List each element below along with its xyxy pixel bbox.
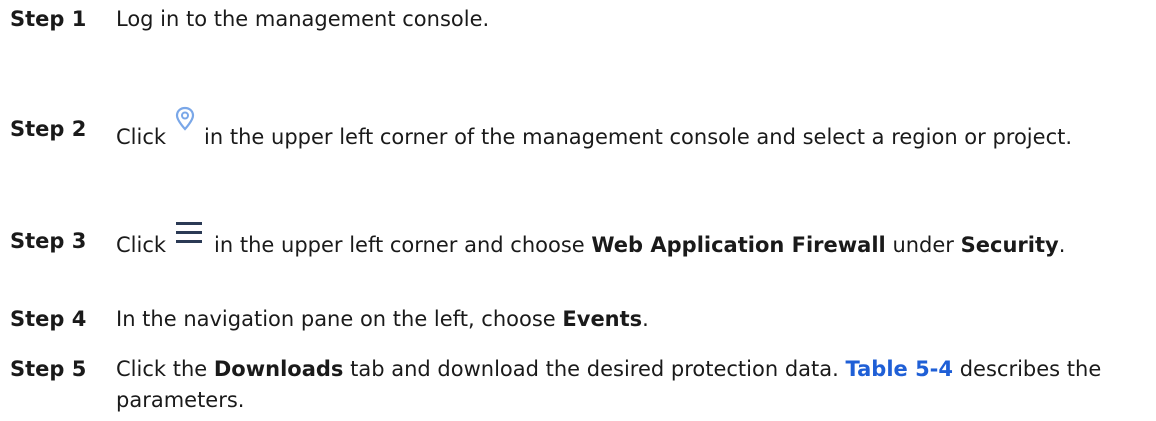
step-4-text: In the navigation pane on the left, choo…: [116, 304, 1140, 335]
step-1: Step 1 Log in to the management console.: [10, 4, 1140, 35]
step-2-instruction: in the upper left corner of the manageme…: [204, 125, 1073, 149]
hamburger-menu-icon: [172, 220, 206, 246]
step-2-text: Click in the upper left corner of the ma…: [116, 106, 1140, 153]
service-category: Security: [960, 233, 1059, 257]
step-5-instruction: tab and download the desired protection …: [350, 357, 839, 381]
step-1-label: Step 1: [10, 7, 87, 31]
step-2-label: Step 2: [10, 117, 87, 141]
step-2: Step 2 Click in the upper left corner of…: [10, 106, 1140, 153]
step-3-under-text: under: [892, 233, 954, 257]
location-pin-icon: [170, 104, 200, 134]
downloads-tab-name: Downloads: [213, 357, 344, 381]
location-pin-svg: [175, 106, 195, 131]
table-5-4-link[interactable]: Table 5-4: [846, 357, 954, 381]
step-4: Step 4 In the navigation pane on the lef…: [10, 304, 1140, 335]
step-3-period: .: [1058, 233, 1066, 257]
step-3-click-text: Click: [116, 233, 167, 257]
step-4-period: .: [642, 307, 649, 331]
step-5-text: Click the Downloads tab and download the…: [116, 354, 1140, 416]
step-3: Step 3 Click in the upper left corner an…: [10, 222, 1140, 261]
events-menu-name: Events: [562, 307, 643, 331]
step-2-click-text: Click: [116, 125, 167, 149]
step-1-instruction: Log in to the management console.: [116, 7, 490, 31]
step-4-label: Step 4: [10, 307, 87, 331]
step-5: Step 5 Click the Downloads tab and downl…: [10, 354, 1140, 416]
step-3-label: Step 3: [10, 229, 87, 253]
step-3-instruction: in the upper left corner and choose: [214, 233, 585, 257]
step-4-instruction: In the navigation pane on the left, choo…: [116, 307, 556, 331]
hamburger-menu-svg: [176, 222, 203, 243]
step-1-text: Log in to the management console.: [116, 4, 1140, 35]
step-5-click-text: Click the: [116, 357, 208, 381]
service-name: Web Application Firewall: [591, 233, 886, 257]
step-3-text: Click in the upper left corner and choos…: [116, 222, 1140, 261]
step-5-label: Step 5: [10, 357, 87, 381]
